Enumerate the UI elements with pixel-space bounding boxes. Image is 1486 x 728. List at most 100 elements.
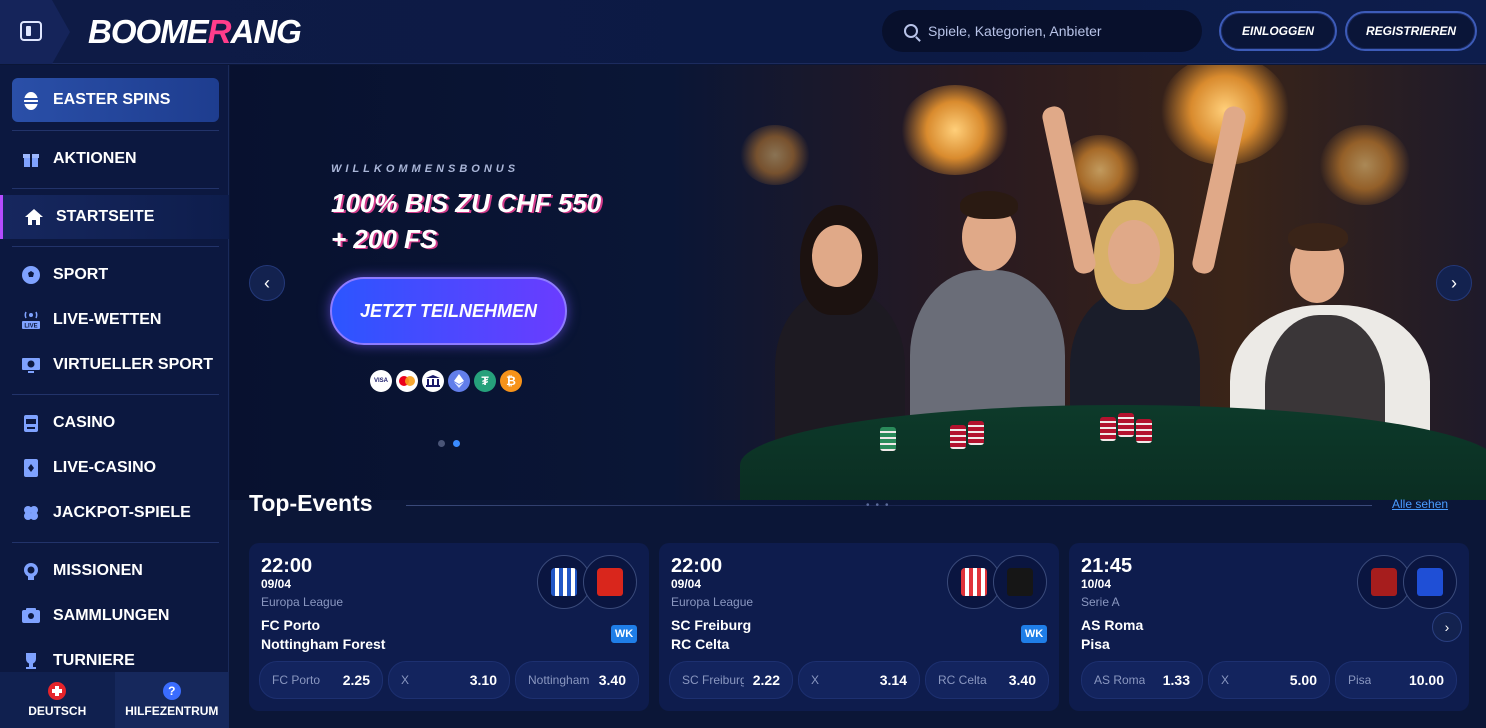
banner-title: 100% BIS ZU CHF 550 + 200 FS [331, 185, 671, 257]
pagination-dots: ••• [866, 500, 895, 511]
divider [12, 542, 219, 543]
striped-jersey-icon [551, 568, 577, 596]
sidebar-item-label: SPORT [53, 266, 109, 283]
carousel-dot-active[interactable] [453, 440, 460, 447]
sidebar-item-label: AKTIONEN [53, 150, 137, 167]
team-away: Pisa [1081, 636, 1110, 652]
wk-badge: WK [1021, 625, 1047, 643]
sidebar-item-label: LIVE-CASINO [53, 459, 157, 476]
sidebar-footer: DEUTSCH ? HILFEZENTRUM [0, 672, 229, 728]
team-away-jersey [583, 555, 637, 609]
swiss-flag-icon [48, 682, 67, 700]
odds-button-away[interactable]: Nottingham Forest 3.40 [515, 661, 639, 699]
top-events-title: Top-Events [249, 490, 373, 516]
search-input[interactable] [928, 23, 1178, 39]
sidebar-toggle-icon[interactable] [20, 21, 42, 41]
mastercard-icon [396, 370, 418, 392]
odds-button-home[interactable]: AS Roma 1.33 [1081, 661, 1203, 699]
register-button[interactable]: REGISTRIEREN [1345, 11, 1477, 51]
help-center-button[interactable]: ? HILFEZENTRUM [114, 672, 229, 728]
chevron-left-icon: ‹ [264, 272, 270, 293]
divider [12, 188, 219, 189]
sidebar-item-aktionen[interactable]: AKTIONEN [12, 137, 219, 181]
divider [12, 246, 219, 247]
event-card[interactable]: 21:45 10/04 Serie A AS Roma Pisa AS Roma… [1069, 543, 1469, 711]
login-button[interactable]: EINLOGGEN [1219, 11, 1337, 51]
logo[interactable]: BOOMERANG [88, 13, 302, 51]
odds-label: RC Celta [938, 673, 987, 687]
promo-banner[interactable]: WILLKOMMENSBONUS 100% BIS ZU CHF 550 + 2… [230, 65, 1486, 500]
sidebar-item-label: VIRTUELLER SPORT [53, 356, 214, 373]
red-jersey-icon [1371, 568, 1397, 596]
event-date: 10/04 [1081, 577, 1112, 591]
odds-label: X [1221, 673, 1230, 687]
sidebar-item-label: STARTSEITE [56, 208, 155, 225]
team-away: RC Celta [671, 636, 730, 652]
sidebar-item-label: CASINO [53, 414, 116, 431]
collection-icon [20, 605, 42, 627]
visa-icon: VISA [370, 370, 392, 392]
virtual-sport-icon [20, 354, 42, 376]
odds-value: 2.25 [342, 672, 370, 688]
see-all-link[interactable]: Alle sehen [1392, 497, 1448, 511]
sidebar-item-virtueller-sport[interactable]: VIRTUELLER SPORT [12, 343, 219, 387]
odds-value: 3.40 [1008, 672, 1036, 688]
carousel-dot[interactable] [438, 440, 445, 447]
odds-label: X [401, 673, 410, 687]
blue-jersey-icon [1417, 568, 1443, 596]
event-league: Europa League [261, 595, 344, 609]
sidebar-item-sport[interactable]: SPORT [12, 253, 219, 297]
odds-label: SC Freiburg [682, 673, 744, 687]
odds-button-draw[interactable]: X 5.00 [1208, 661, 1330, 699]
payment-methods: VISA ₮ ₿ [370, 370, 522, 392]
events-next-button[interactable]: › [1432, 612, 1462, 642]
sidebar-item-label: MISSIONEN [53, 562, 143, 579]
odds-label: X [811, 673, 820, 687]
odds-label: FC Porto [272, 673, 321, 687]
odds-button-home[interactable]: SC Freiburg 2.22 [669, 661, 793, 699]
event-league: Serie A [1081, 595, 1120, 609]
sidebar-item-live-wetten[interactable]: LIVE LIVE-WETTEN [12, 298, 219, 342]
search-bar[interactable] [882, 10, 1202, 52]
sidebar-item-easter-spins[interactable]: EASTER SPINS [12, 78, 219, 122]
banner-subtitle: WILLKOMMENSBONUS [331, 163, 520, 175]
event-card[interactable]: 22:00 09/04 Europa League SC Freiburg RC… [659, 543, 1059, 711]
odds-value: 3.10 [469, 672, 497, 688]
odds-value: 3.40 [598, 672, 626, 688]
divider [12, 394, 219, 395]
team-home: FC Porto [261, 617, 321, 633]
sidebar-item-sammlungen[interactable]: SAMMLUNGEN [12, 594, 219, 638]
team-away: Nottingham Forest [261, 636, 386, 652]
join-now-button[interactable]: JETZT TEILNEHMEN [330, 277, 567, 345]
odds-button-draw[interactable]: X 3.10 [388, 661, 510, 699]
ethereum-icon [448, 370, 470, 392]
medal-icon [20, 560, 42, 582]
odds-button-away[interactable]: RC Celta 3.40 [925, 661, 1049, 699]
carousel-prev-button[interactable]: ‹ [249, 265, 285, 301]
odds-button-draw[interactable]: X 3.14 [798, 661, 920, 699]
tether-icon: ₮ [474, 370, 496, 392]
banner-title-line1: 100% BIS ZU CHF 550 [331, 188, 602, 218]
sidebar-item-label: LIVE-WETTEN [53, 311, 162, 328]
banner-title-line2: + 200 FS [331, 224, 438, 254]
team-away-jersey [993, 555, 1047, 609]
odds-value: 3.14 [879, 672, 907, 688]
odds-button-away[interactable]: Pisa 10.00 [1335, 661, 1457, 699]
odds-label: Nottingham Forest [528, 673, 590, 687]
team-away-jersey [1403, 555, 1457, 609]
sidebar-item-missionen[interactable]: MISSIONEN [12, 549, 219, 593]
odds-button-home[interactable]: FC Porto 2.25 [259, 661, 383, 699]
soccer-ball-icon [20, 264, 42, 286]
sidebar-item-live-casino[interactable]: LIVE-CASINO [12, 446, 219, 490]
sidebar-item-jackpot-spiele[interactable]: JACKPOT-SPIELE [12, 491, 219, 535]
language-selector[interactable]: DEUTSCH [0, 672, 115, 728]
sidebar-item-startseite[interactable]: STARTSEITE [0, 195, 229, 239]
team-home: AS Roma [1081, 617, 1144, 633]
event-card[interactable]: 22:00 09/04 Europa League FC Porto Notti… [249, 543, 649, 711]
sidebar: EASTER SPINS AKTIONEN STARTSEITE SPORT L… [0, 65, 229, 728]
odds-label: AS Roma [1094, 673, 1146, 687]
sidebar-item-casino[interactable]: CASINO [12, 401, 219, 445]
carousel-next-button[interactable]: › [1436, 265, 1472, 301]
event-time: 21:45 [1081, 555, 1133, 577]
sidebar-item-label: EASTER SPINS [53, 91, 171, 108]
